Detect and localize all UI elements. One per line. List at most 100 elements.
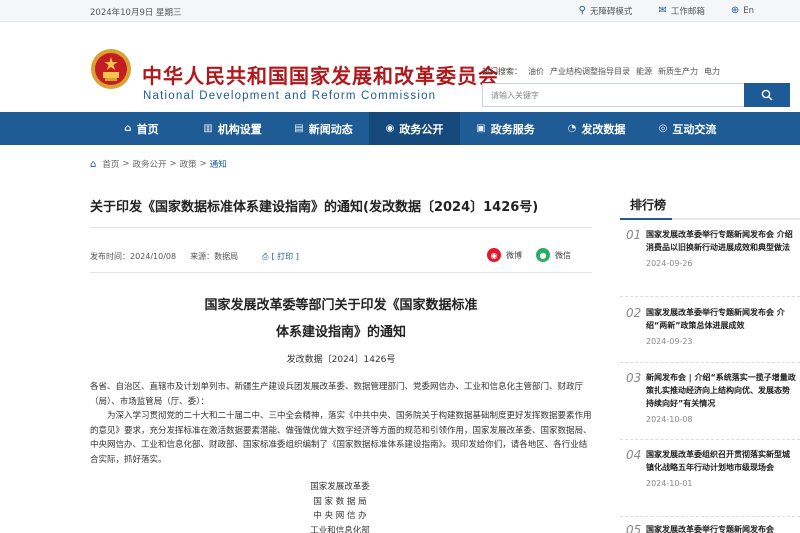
ranking-item[interactable]: 05 国家发展改革委举行专题新闻发布会 — [620, 523, 800, 533]
share-wechat[interactable]: ● 微信 — [536, 248, 571, 262]
hot-term[interactable]: 电力 — [704, 66, 720, 77]
ranking-item[interactable]: 02 国家发展改革委举行专题新闻发布会 介绍“两新”政策总体进展成效 2024-… — [620, 306, 800, 346]
breadcrumb-current[interactable]: 通知 — [210, 158, 227, 170]
divider — [620, 439, 800, 440]
divider — [620, 218, 800, 220]
ranking-date: 2024-10-08 — [646, 415, 693, 424]
search-icon — [761, 89, 773, 101]
article-title: 关于印发《国家数据标准体系建设指南》的通知(发改数据〔2024〕1426号) — [90, 200, 539, 215]
national-emblem-logo[interactable] — [90, 48, 132, 90]
divider — [90, 227, 592, 228]
document-heading: 国家发展改革委等部门关于印发《国家数据标准 体系建设指南》的通知 — [204, 298, 478, 340]
site-name-en: National Development and Reform Commissi… — [143, 90, 437, 102]
ranking-number: 05 — [626, 523, 642, 533]
hot-term[interactable]: 产业结构调整指导目录 — [550, 66, 630, 77]
english-label: En — [743, 6, 754, 16]
eye-icon: ◉ — [385, 123, 395, 134]
ranking-text: 国家发展改革委举行专题新闻发布会 介绍消费品以旧换新行动进展成效和典型做法 — [646, 230, 793, 252]
ranking-item[interactable]: 01 国家发展改革委举行专题新闻发布会 介绍消费品以旧换新行动进展成效和典型做法… — [620, 228, 800, 268]
divider — [620, 516, 800, 517]
document-body: 各省、自治区、直辖市及计划单列市、新疆生产建设兵团发展改革委、数据管理部门、党委… — [90, 380, 592, 467]
top-tools: ⚲ 无障碍模式 ✉ 工作邮箱 ⊕ En — [578, 5, 754, 18]
article-meta: 发布时间：2024/10/08 来源：数据局 ⎙[ 打印 ] — [90, 251, 299, 262]
ranking-number: 01 — [626, 228, 642, 242]
publish-date: 发布时间：2024/10/08 — [90, 252, 177, 261]
home-icon: ⌂ — [124, 123, 132, 134]
site-header: 中华人民共和国国家发展和改革委员会 National Development a… — [0, 22, 800, 112]
signatory: 工业和信息化部 — [310, 525, 370, 533]
ranking-number: 04 — [626, 448, 642, 462]
signatory: 国家发展改革委 — [310, 482, 370, 492]
location-icon: ⚲ — [578, 5, 586, 16]
breadcrumb-item[interactable]: 政策 — [180, 158, 197, 170]
ranking-item[interactable]: 04 国家发展改革委组织召开贯彻落实新型城镇化战略五年行动计划地市级现场会 20… — [620, 448, 800, 488]
ranking-text: 国家发展改革委组织召开贯彻落实新型城镇化战略五年行动计划地市级现场会 — [646, 450, 790, 472]
signatories: 国家发展改革委 国 家 数 据 局 中 央 网 信 办 工业和信息化部 — [300, 480, 380, 533]
hot-term[interactable]: 新质生产力 — [658, 66, 698, 77]
signatory: 中 央 网 信 办 — [313, 511, 367, 521]
nav-item-home[interactable]: ⌂ 首页 — [96, 112, 187, 145]
service-icon: ▣ — [476, 123, 486, 134]
ranking-text: 新闻发布会 | 介绍“系统落实一揽子增量政策扎实推动经济向上结构向优、发展态势持… — [646, 373, 796, 408]
work-mail-link[interactable]: ✉ 工作邮箱 — [658, 5, 705, 18]
nav-item-government-affairs[interactable]: ◉ 政务公开 — [369, 112, 460, 145]
printer-icon: ⎙ — [262, 251, 269, 261]
weibo-icon: ◉ — [487, 248, 501, 262]
nav-item-services[interactable]: ▣ 政务服务 — [460, 112, 551, 145]
nav-item-label: 发改数据 — [581, 122, 626, 136]
hot-term[interactable]: 油价 — [528, 66, 544, 77]
print-button[interactable]: ⎙[ 打印 ] — [262, 251, 299, 262]
hot-search: 热门搜索： 油价 产业结构调整指导目录 能源 新质生产力 电力 — [482, 66, 720, 77]
accessibility-label: 无障碍模式 — [589, 7, 633, 17]
ranking-panel: 排行榜 — [620, 196, 800, 220]
nav-item-interaction[interactable]: ◎ 互动交流 — [642, 112, 733, 145]
search-input[interactable]: 请输入关键字 — [482, 83, 744, 107]
document-number: 发改数据〔2024〕1426号 — [286, 355, 396, 365]
article-source: 来源：数据局 — [190, 252, 239, 261]
ranking-date: 2024-09-23 — [646, 337, 693, 346]
breadcrumb: ⌂ 首页 > 政务公开 > 政策 > 通知 — [90, 158, 227, 171]
top-bar: 2024年10月9日 星期三 ⚲ 无障碍模式 ✉ 工作邮箱 ⊕ En — [0, 0, 800, 22]
breadcrumb-item[interactable]: 政务公开 — [133, 158, 167, 170]
addressee: 各省、自治区、直辖市及计划单列市、新疆生产建设兵团发展改革委、数据管理部门、党委… — [90, 382, 584, 407]
main-nav: ⌂ 首页 ▥ 机构设置 ▤ 新闻动态 ◉ 政务公开 ▣ 政务服务 ◔ 发改数据 ◎ 互动交流 — [0, 112, 800, 145]
search-box: 请输入关键字 — [482, 83, 790, 107]
mail-icon: ✉ — [658, 5, 667, 16]
nav-item-label: 互动交流 — [672, 122, 717, 136]
nav-item-label: 机构设置 — [217, 122, 262, 136]
english-link[interactable]: ⊕ En — [730, 5, 754, 17]
ranking-text: 国家发展改革委举行专题新闻发布会 介绍“两新”政策总体进展成效 — [646, 308, 785, 330]
accessibility-link[interactable]: ⚲ 无障碍模式 — [578, 5, 633, 18]
chart-icon: ◔ — [567, 123, 577, 134]
ranking-text: 国家发展改革委举行专题新闻发布会 — [646, 525, 774, 533]
building-icon: ▥ — [203, 123, 213, 134]
share-weibo[interactable]: ◉ 微博 — [487, 248, 522, 262]
nav-item-data[interactable]: ◔ 发改数据 — [551, 112, 642, 145]
divider — [90, 272, 592, 273]
wechat-icon: ● — [536, 248, 550, 262]
work-mail-label: 工作邮箱 — [670, 7, 705, 17]
signatory: 国 家 数 据 局 — [313, 496, 367, 507]
site-name-cn[interactable]: 中华人民共和国国家发展和改革委员会 — [142, 60, 499, 89]
ranking-number: 03 — [626, 371, 642, 385]
nav-item-organization[interactable]: ▥ 机构设置 — [187, 112, 278, 145]
search-button[interactable] — [744, 83, 790, 107]
ranking-item[interactable]: 03 新闻发布会 | 介绍“系统落实一揽子增量政策扎实推动经济向上结构向优、发展… — [620, 371, 800, 424]
nav-item-news[interactable]: ▤ 新闻动态 — [278, 112, 369, 145]
share-bar: ◉ 微博 ● 微信 — [487, 248, 571, 262]
divider — [620, 362, 800, 363]
chat-icon: ◎ — [658, 123, 668, 134]
globe-icon: ⊕ — [730, 5, 740, 16]
body-paragraph: 为深入学习贯彻党的二十大和二十届二中、三中全会精神，落实《中共中央、国务院关于构… — [90, 411, 592, 465]
home-icon: ⌂ — [90, 158, 97, 170]
news-icon: ▤ — [294, 123, 304, 134]
nav-item-label: 政务服务 — [490, 122, 535, 136]
nav-item-label: 政务公开 — [399, 122, 444, 136]
ranking-number: 02 — [626, 306, 642, 320]
hot-search-label: 热门搜索： — [482, 67, 522, 76]
current-date: 2024年10月9日 星期三 — [90, 8, 182, 18]
nav-item-label: 首页 — [136, 122, 159, 136]
ranking-date: 2024-09-26 — [646, 259, 693, 268]
hot-term[interactable]: 能源 — [636, 66, 652, 77]
breadcrumb-item[interactable]: 首页 — [102, 158, 119, 170]
